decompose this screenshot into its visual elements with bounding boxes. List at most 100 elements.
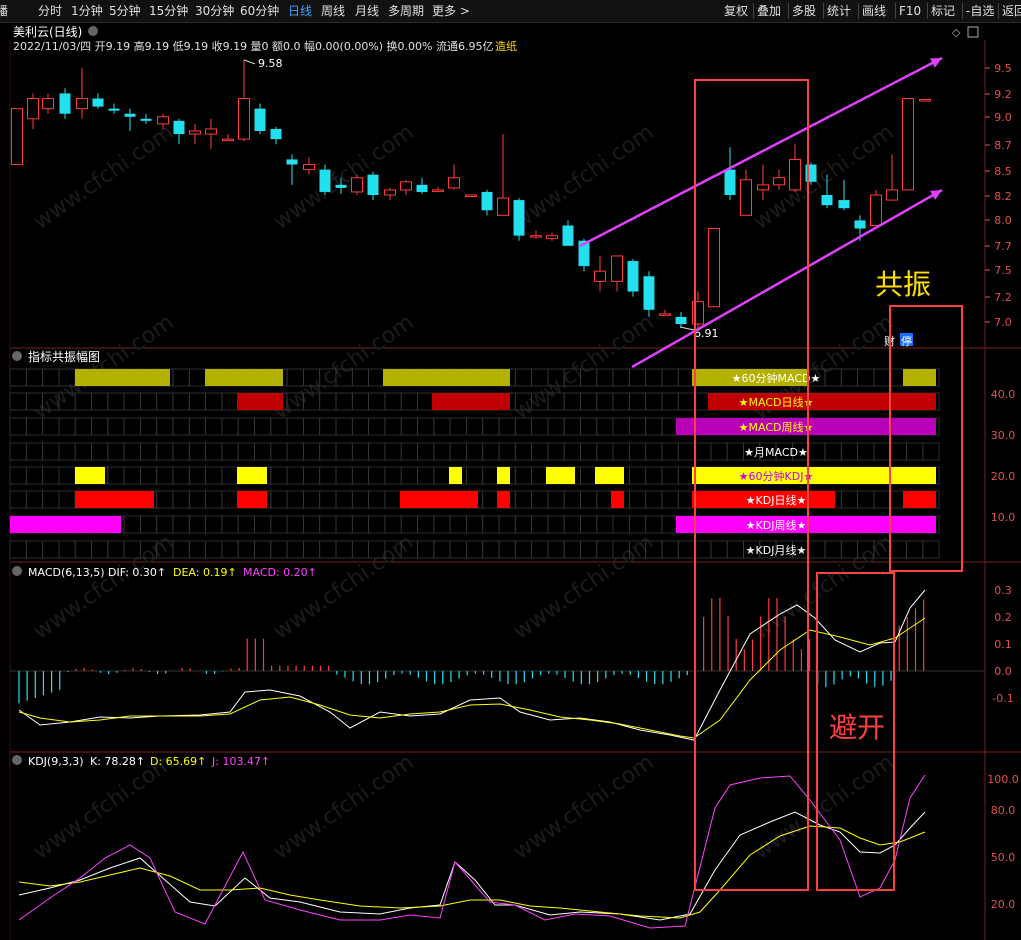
- price-tick: 9.0: [994, 111, 1012, 124]
- resonance-bar: [903, 369, 936, 386]
- candle-body-up: [157, 116, 169, 125]
- resonance-row-label: ★KDJ周线★: [746, 518, 807, 532]
- resonance-row-label: ★KDJ日线★: [746, 493, 807, 507]
- candle-body-down: [140, 118, 152, 121]
- resonance-bar: [595, 467, 624, 484]
- candle-body-down: [92, 98, 104, 107]
- price-tick: 8.0: [994, 214, 1012, 227]
- resonance-bar: [75, 369, 170, 386]
- candle-body-down: [627, 261, 639, 292]
- tab-11[interactable]: 更多 >: [432, 0, 470, 22]
- macd-dropdown-icon[interactable]: [12, 566, 22, 576]
- resonance-bar: [10, 516, 121, 533]
- kdj-title: KDJ(9,3,3): [28, 755, 84, 768]
- tab-1[interactable]: 分时: [38, 0, 62, 22]
- tab-8[interactable]: 周线: [321, 0, 345, 22]
- tab-7[interactable]: 日线: [288, 0, 312, 22]
- candle-body-up: [497, 197, 509, 216]
- toolbar-btn-6[interactable]: 标记: [931, 0, 955, 22]
- price-tick: 9.2: [994, 88, 1012, 101]
- candle-body-up: [400, 181, 412, 191]
- candle-body-up: [351, 177, 363, 193]
- tab-0[interactable]: 播: [0, 0, 8, 22]
- toolbar-btn-1[interactable]: 叠加: [757, 0, 781, 22]
- toolbar-divider: [998, 3, 999, 19]
- resonance-tick: 30.0: [991, 429, 1016, 442]
- tab-2[interactable]: 1分钟: [71, 0, 103, 22]
- resonance-tick: 20.0: [991, 470, 1016, 483]
- panel-dropdown-icon[interactable]: [12, 351, 22, 361]
- diamond-icon: ◇: [952, 26, 961, 39]
- resonance-bar: [611, 491, 624, 508]
- candle-body-up: [708, 228, 720, 308]
- toolbar-divider: [823, 3, 824, 19]
- toolbar-btn-5[interactable]: F10: [899, 0, 921, 22]
- dropdown-icon[interactable]: [88, 26, 98, 36]
- candle-body-up: [76, 97, 88, 110]
- resonance-bar: [237, 491, 267, 508]
- candle-body-up: [27, 97, 39, 120]
- resonance-bar: [546, 467, 575, 484]
- tab-3[interactable]: 5分钟: [109, 0, 141, 22]
- macd-dif: DIF: 0.30↑: [108, 566, 166, 579]
- tab-5[interactable]: 30分钟: [195, 0, 234, 22]
- tab-9[interactable]: 月线: [355, 0, 379, 22]
- sector-label: 造纸: [495, 39, 517, 53]
- resonance-bar: [237, 393, 283, 410]
- candle-body-down: [319, 169, 331, 192]
- resonance-bar: [205, 369, 283, 386]
- price-tick: 9.5: [994, 62, 1012, 75]
- resonance-bar: [75, 467, 105, 484]
- tab-6[interactable]: 60分钟: [240, 0, 279, 22]
- kdj-tick: 100.0: [987, 773, 1019, 786]
- toolbar-btn-0[interactable]: 复权: [724, 0, 748, 22]
- candle-body-down: [108, 108, 120, 111]
- stock-info: 2022/11/03/四 开9.19 高9.19 低9.19 收9.19 量0 …: [13, 39, 494, 53]
- candle-body-up: [886, 189, 898, 201]
- kdj-tick: 20.0: [991, 898, 1016, 911]
- toolbar-btn-3[interactable]: 统计: [827, 0, 851, 22]
- toolbar-btn-2[interactable]: 多股: [792, 0, 816, 22]
- resonance-bar: [75, 491, 154, 508]
- candle-body-down: [513, 200, 525, 236]
- kdj-dropdown-icon[interactable]: [12, 755, 22, 765]
- resonance-bar: [692, 467, 936, 484]
- resonance-bar: [903, 491, 936, 508]
- candle-body-up: [773, 177, 785, 186]
- toolbar-btn-8[interactable]: 返回: [1002, 0, 1021, 22]
- macd-title: MACD(6,13,5): [28, 566, 105, 579]
- candle-body-down: [286, 159, 298, 165]
- candle-body-down: [173, 120, 185, 135]
- stock-title: 美利云(日线): [13, 25, 82, 39]
- resonance-bar: [400, 491, 478, 508]
- tab-4[interactable]: 15分钟: [149, 0, 188, 22]
- price-tick: 7.5: [994, 264, 1012, 277]
- resonance-bar: [497, 467, 510, 484]
- tab-10[interactable]: 多周期: [388, 0, 424, 22]
- toolbar-btn-7[interactable]: -自选: [966, 0, 994, 22]
- candle-body-down: [838, 200, 850, 209]
- candle-body-up: [611, 255, 623, 282]
- high-label: 9.58: [258, 57, 283, 70]
- resonance-row-label: ★KDJ月线★: [746, 543, 807, 557]
- resonance-tick: 10.0: [991, 511, 1016, 524]
- resonance-row-label: ★60分钟KDJ★: [739, 469, 814, 483]
- price-tick: 8.2: [994, 190, 1012, 203]
- annotation-resonance-text: 共振: [875, 268, 931, 301]
- resonance-tick: 40.0: [991, 388, 1016, 401]
- candle-body-up: [205, 128, 217, 135]
- candle-body-up: [870, 194, 882, 226]
- toolbar-divider: [895, 3, 896, 19]
- candle-body-down: [675, 316, 687, 325]
- macd-tick: 0.1: [994, 638, 1012, 651]
- price-tick: 7.0: [994, 316, 1012, 329]
- candle-body-up: [448, 177, 460, 189]
- resonance-bar: [237, 467, 267, 484]
- candle-body-up: [11, 108, 23, 166]
- macd-tick: 0.3: [994, 584, 1012, 597]
- toolbar-divider: [962, 3, 963, 19]
- candle-body-up: [238, 97, 250, 140]
- toolbar-btn-4[interactable]: 画线: [862, 0, 886, 22]
- kdj-tick: 80.0: [991, 804, 1016, 817]
- candle-body-down: [367, 174, 379, 195]
